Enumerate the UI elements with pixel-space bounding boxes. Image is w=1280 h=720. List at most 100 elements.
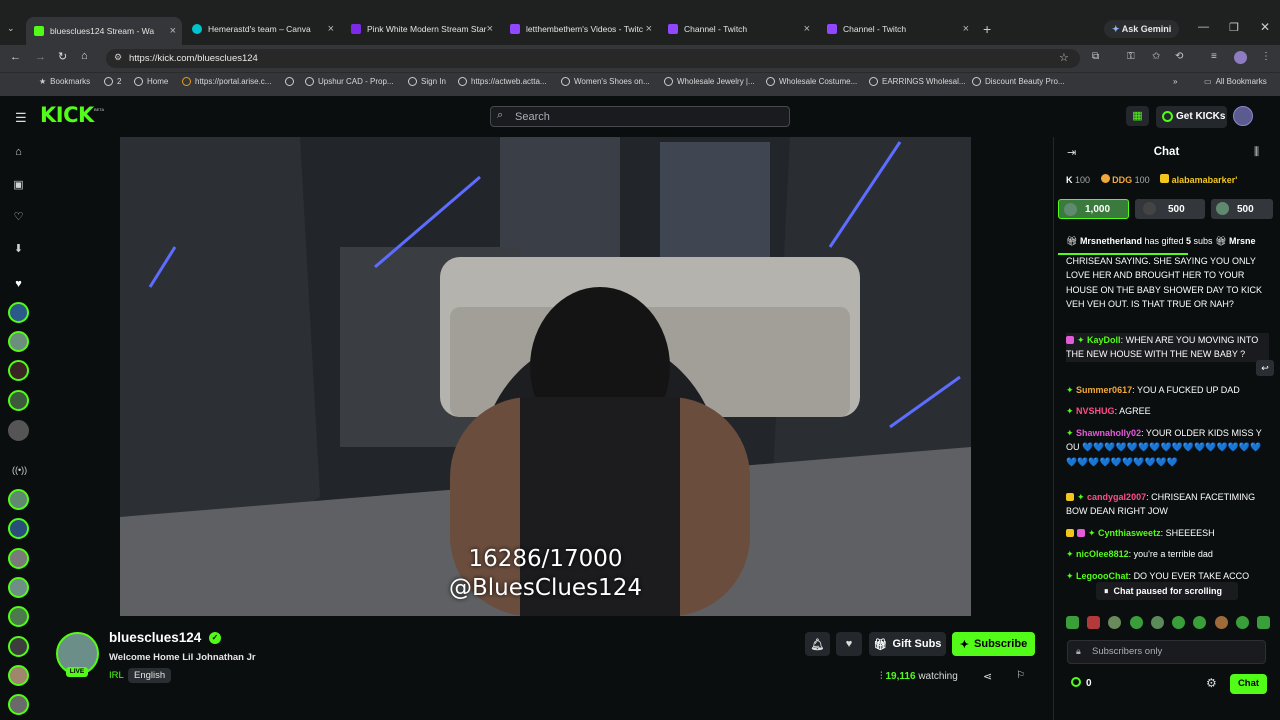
hamburger-menu-icon[interactable]: ☰: [15, 110, 27, 126]
language-tag[interactable]: English: [128, 668, 172, 683]
emote-icon[interactable]: [1108, 616, 1122, 629]
key-icon[interactable]: ⚿: [1127, 51, 1135, 62]
chat-settings-gear-icon[interactable]: ⚙: [1206, 676, 1217, 690]
tab-twitch-channel-2[interactable]: Channel - Twitch ×: [819, 17, 975, 41]
tab-canva[interactable]: Hemerastd's team – Canva ×: [184, 17, 340, 41]
kick-logo[interactable]: KICK: [40, 103, 94, 127]
bookmark-earrings[interactable]: EARRINGS Wholesal...: [869, 77, 966, 86]
recommended-channel-avatar[interactable]: [8, 489, 29, 510]
bookmark-discount-beauty[interactable]: Discount Beauty Pro...: [972, 77, 1065, 86]
share-icon[interactable]: ⋖: [983, 670, 992, 683]
tab-twitch-channel[interactable]: Channel - Twitch ×: [660, 17, 816, 41]
extensions-icon[interactable]: ⧉: [1092, 51, 1099, 62]
bookmark-bookmarks[interactable]: ★ Bookmarks: [39, 77, 90, 86]
tab-twitch-videos[interactable]: letthembethem's Videos - Twitc ×: [502, 17, 658, 41]
bookmark-sign-in[interactable]: Sign In: [408, 77, 446, 86]
close-icon[interactable]: ×: [804, 23, 810, 35]
followed-channel-avatar[interactable]: [8, 420, 29, 441]
recommended-channel-avatar[interactable]: [8, 606, 29, 627]
reply-icon[interactable]: ↩: [1256, 360, 1274, 376]
chat-input[interactable]: Subscribers only: [1067, 640, 1266, 664]
emote-icon[interactable]: [1193, 616, 1207, 629]
emote-icon[interactable]: [1150, 616, 1164, 629]
emote-icon[interactable]: [1087, 616, 1101, 629]
home-nav-icon[interactable]: ⌂: [12, 146, 25, 159]
reload-icon[interactable]: ↻: [58, 50, 67, 63]
media-icon[interactable]: ≡: [1211, 51, 1217, 62]
follow-heart-button[interactable]: ♥: [836, 632, 862, 656]
pinned-gift-pill[interactable]: 500: [1135, 199, 1205, 219]
close-icon[interactable]: ×: [328, 23, 334, 35]
following-nav-icon[interactable]: ♡: [12, 210, 25, 223]
clips-nav-icon[interactable]: ⬇: [12, 242, 25, 255]
recommended-channel-avatar[interactable]: [8, 518, 29, 539]
emote-icon[interactable]: [1235, 616, 1249, 629]
chat-paused-banner[interactable]: ⏸︎ Chat paused for scrolling: [1096, 582, 1238, 600]
search-input[interactable]: Search: [490, 106, 790, 127]
bookmark-actweb[interactable]: https://actweb.actta...: [458, 77, 547, 86]
followed-channel-avatar[interactable]: [8, 390, 29, 411]
tab-kick[interactable]: bluesclues124 Stream - Wa ×: [26, 17, 182, 45]
bookmark-upshur-cad[interactable]: Upshur CAD - Prop...: [305, 77, 394, 86]
minimize-button[interactable]: —: [1198, 21, 1209, 33]
emote-icon[interactable]: [1172, 616, 1186, 629]
report-icon[interactable]: ⚐: [1016, 670, 1025, 681]
emote-icon[interactable]: [1129, 616, 1143, 629]
emote-icon[interactable]: [1214, 616, 1228, 629]
close-window-button[interactable]: ✕: [1260, 20, 1270, 34]
recommended-channel-avatar[interactable]: [8, 694, 29, 715]
send-chat-button[interactable]: Chat: [1230, 674, 1267, 694]
gift-store-button[interactable]: ▦: [1126, 106, 1149, 126]
recommended-channel-avatar[interactable]: [8, 548, 29, 569]
all-bookmarks[interactable]: ▭ All Bookmarks: [1204, 77, 1267, 86]
bookmark-portal[interactable]: https://portal.arise.c...: [182, 77, 271, 86]
chat-settings-icon[interactable]: ⫼: [1254, 146, 1259, 159]
close-icon[interactable]: ×: [170, 25, 176, 37]
live-badge: LIVE: [66, 667, 88, 677]
close-icon[interactable]: ×: [963, 23, 969, 35]
bookmark-2[interactable]: 2: [104, 77, 121, 86]
emote-icon[interactable]: [1256, 616, 1270, 629]
bookmark-upshur[interactable]: [285, 77, 298, 86]
gift-subs-button[interactable]: 🎁︎ Gift Subs: [869, 632, 946, 656]
kicks-balance[interactable]: 0: [1071, 677, 1092, 689]
close-icon[interactable]: ×: [646, 23, 652, 35]
bookmark-wholesale-jewelry[interactable]: Wholesale Jewelry |...: [664, 77, 755, 86]
bookmark-wholesale-costume[interactable]: Wholesale Costume...: [766, 77, 857, 86]
browse-nav-icon[interactable]: ▣: [12, 178, 25, 191]
followed-channel-avatar[interactable]: [8, 302, 29, 323]
url-field[interactable]: https://kick.com/bluesclues124: [106, 49, 1080, 68]
followed-channel-avatar[interactable]: [8, 360, 29, 381]
close-icon[interactable]: ×: [487, 23, 493, 35]
maximize-button[interactable]: ❐: [1229, 21, 1239, 34]
forward-icon[interactable]: →: [35, 51, 46, 63]
followed-channel-avatar[interactable]: [8, 331, 29, 352]
pinned-gift-pill[interactable]: 1,000: [1058, 199, 1129, 219]
tab-canva-template[interactable]: Pink White Modern Stream Star ×: [343, 17, 499, 41]
user-avatar[interactable]: [1233, 106, 1253, 126]
subscribe-button[interactable]: ✦ Subscribe: [952, 632, 1035, 656]
notification-bell-button[interactable]: 🔔︎: [805, 632, 830, 656]
recommended-channel-avatar[interactable]: [8, 665, 29, 686]
bookmark-womens-shoes[interactable]: Women's Shoes on...: [561, 77, 650, 86]
new-tab-button[interactable]: +: [983, 21, 991, 37]
emote-icon[interactable]: [1066, 616, 1079, 629]
recommended-channel-avatar[interactable]: [8, 636, 29, 657]
streamer-name[interactable]: bluesclues124: [109, 630, 201, 645]
back-icon[interactable]: ←: [10, 51, 21, 63]
site-info-icon[interactable]: ⚙: [114, 52, 122, 63]
recommended-channel-avatar[interactable]: [8, 577, 29, 598]
bookmarks-overflow-icon[interactable]: »: [1173, 77, 1177, 86]
profile-avatar[interactable]: [1234, 51, 1247, 64]
menu-kebab-icon[interactable]: ⋮: [1261, 51, 1271, 62]
tab-search-button[interactable]: ⌄: [7, 23, 15, 34]
home-icon[interactable]: ⌂: [81, 50, 88, 62]
favorites-icon[interactable]: ✩: [1152, 51, 1160, 62]
history-icon[interactable]: ⟲: [1175, 51, 1183, 62]
ask-gemini-button[interactable]: ✦ Ask Gemini: [1104, 20, 1180, 38]
bookmark-home[interactable]: Home: [134, 77, 168, 86]
pinned-gift-pill[interactable]: 500: [1211, 199, 1273, 219]
bookmark-star-icon[interactable]: ☆: [1059, 51, 1069, 64]
category-link[interactable]: IRL: [109, 670, 124, 681]
get-kicks-button[interactable]: Get KICKs: [1156, 106, 1227, 128]
